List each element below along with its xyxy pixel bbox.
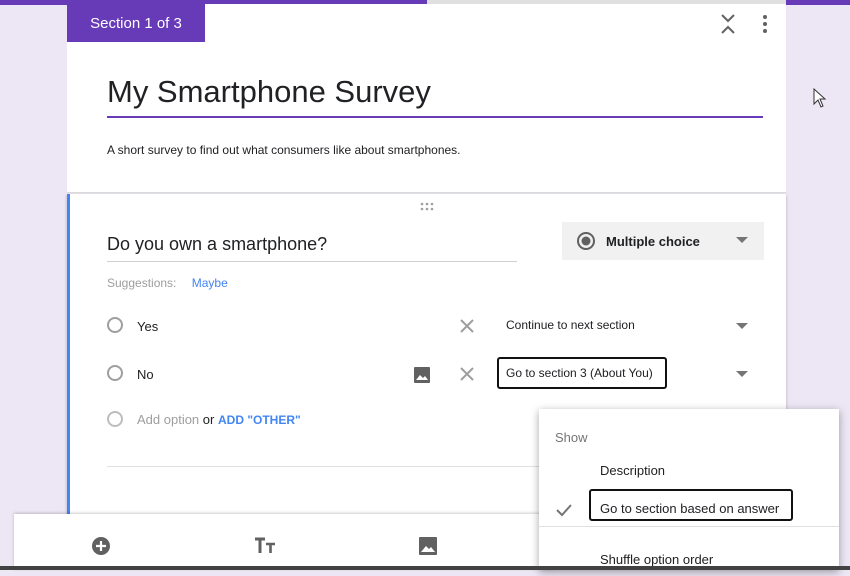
menu-header: Show (555, 430, 588, 445)
option-label[interactable]: Yes (137, 319, 158, 334)
add-option-button[interactable]: Add option (137, 412, 199, 427)
chevron-down-icon (736, 237, 748, 243)
menu-item-label: Description (600, 463, 666, 478)
question-options-menu: Show Description Go to section based on … (539, 409, 839, 570)
question-type-label: Multiple choice (606, 233, 700, 249)
section-header-card: Section 1 of 3 My Smartphone Survey A sh… (67, 0, 786, 193)
form-description-input[interactable]: A short survey to find out what consumer… (107, 143, 461, 157)
add-option-or: or (202, 412, 215, 427)
remove-option-icon[interactable] (459, 366, 475, 382)
add-question-icon[interactable] (91, 536, 111, 556)
menu-item-label: Go to section based on answer (600, 501, 780, 516)
suggestions-row: Suggestions: Maybe (107, 276, 228, 290)
section-tab: Section 1 of 3 (67, 4, 205, 42)
radio-icon (107, 317, 123, 333)
menu-item-go-to-section[interactable]: Go to section based on answer (539, 489, 839, 525)
add-image-icon[interactable] (418, 536, 438, 556)
radio-icon (107, 411, 123, 427)
drag-handle-icon[interactable] (419, 202, 435, 212)
chevron-down-icon[interactable] (736, 371, 748, 378)
menu-divider (539, 526, 839, 527)
section-progress-track (427, 0, 786, 4)
mouse-cursor-icon (813, 88, 827, 108)
check-icon (556, 504, 572, 517)
option-label[interactable]: No (137, 367, 154, 382)
menu-item-description[interactable]: Description (539, 457, 839, 487)
option-row-yes: Yes Continue to next section (107, 314, 767, 340)
radio-icon (107, 365, 123, 381)
taskbar-strip (0, 566, 850, 570)
goto-section-select[interactable]: Go to section 3 (About You) (506, 366, 653, 380)
suggestions-label: Suggestions: (107, 276, 177, 290)
suggestion-chip-maybe[interactable]: Maybe (192, 276, 228, 290)
question-footer-divider (107, 466, 547, 467)
active-card-indicator (67, 194, 70, 524)
more-vert-icon[interactable] (757, 12, 773, 36)
add-option-text: Add option or ADD "OTHER" (137, 412, 301, 427)
question-type-dropdown[interactable]: Multiple choice (562, 222, 764, 260)
title-text-icon[interactable] (254, 536, 276, 556)
menu-item-label: Shuffle option order (600, 552, 714, 567)
radio-button-checked-icon (577, 232, 595, 250)
image-icon[interactable] (413, 366, 431, 384)
menu-item-shuffle[interactable]: Shuffle option order (539, 546, 839, 576)
remove-option-icon[interactable] (459, 318, 475, 334)
goto-section-select[interactable]: Continue to next section (506, 318, 635, 332)
add-other-button[interactable]: ADD "OTHER" (218, 413, 301, 427)
bottom-toolbar (14, 514, 554, 570)
form-title-input[interactable]: My Smartphone Survey (107, 74, 763, 118)
collapse-icon[interactable] (717, 12, 739, 36)
question-title-input[interactable]: Do you own a smartphone? (107, 234, 517, 262)
option-row-no: No Go to section 3 (About You) (107, 357, 767, 389)
chevron-down-icon[interactable] (736, 323, 748, 330)
